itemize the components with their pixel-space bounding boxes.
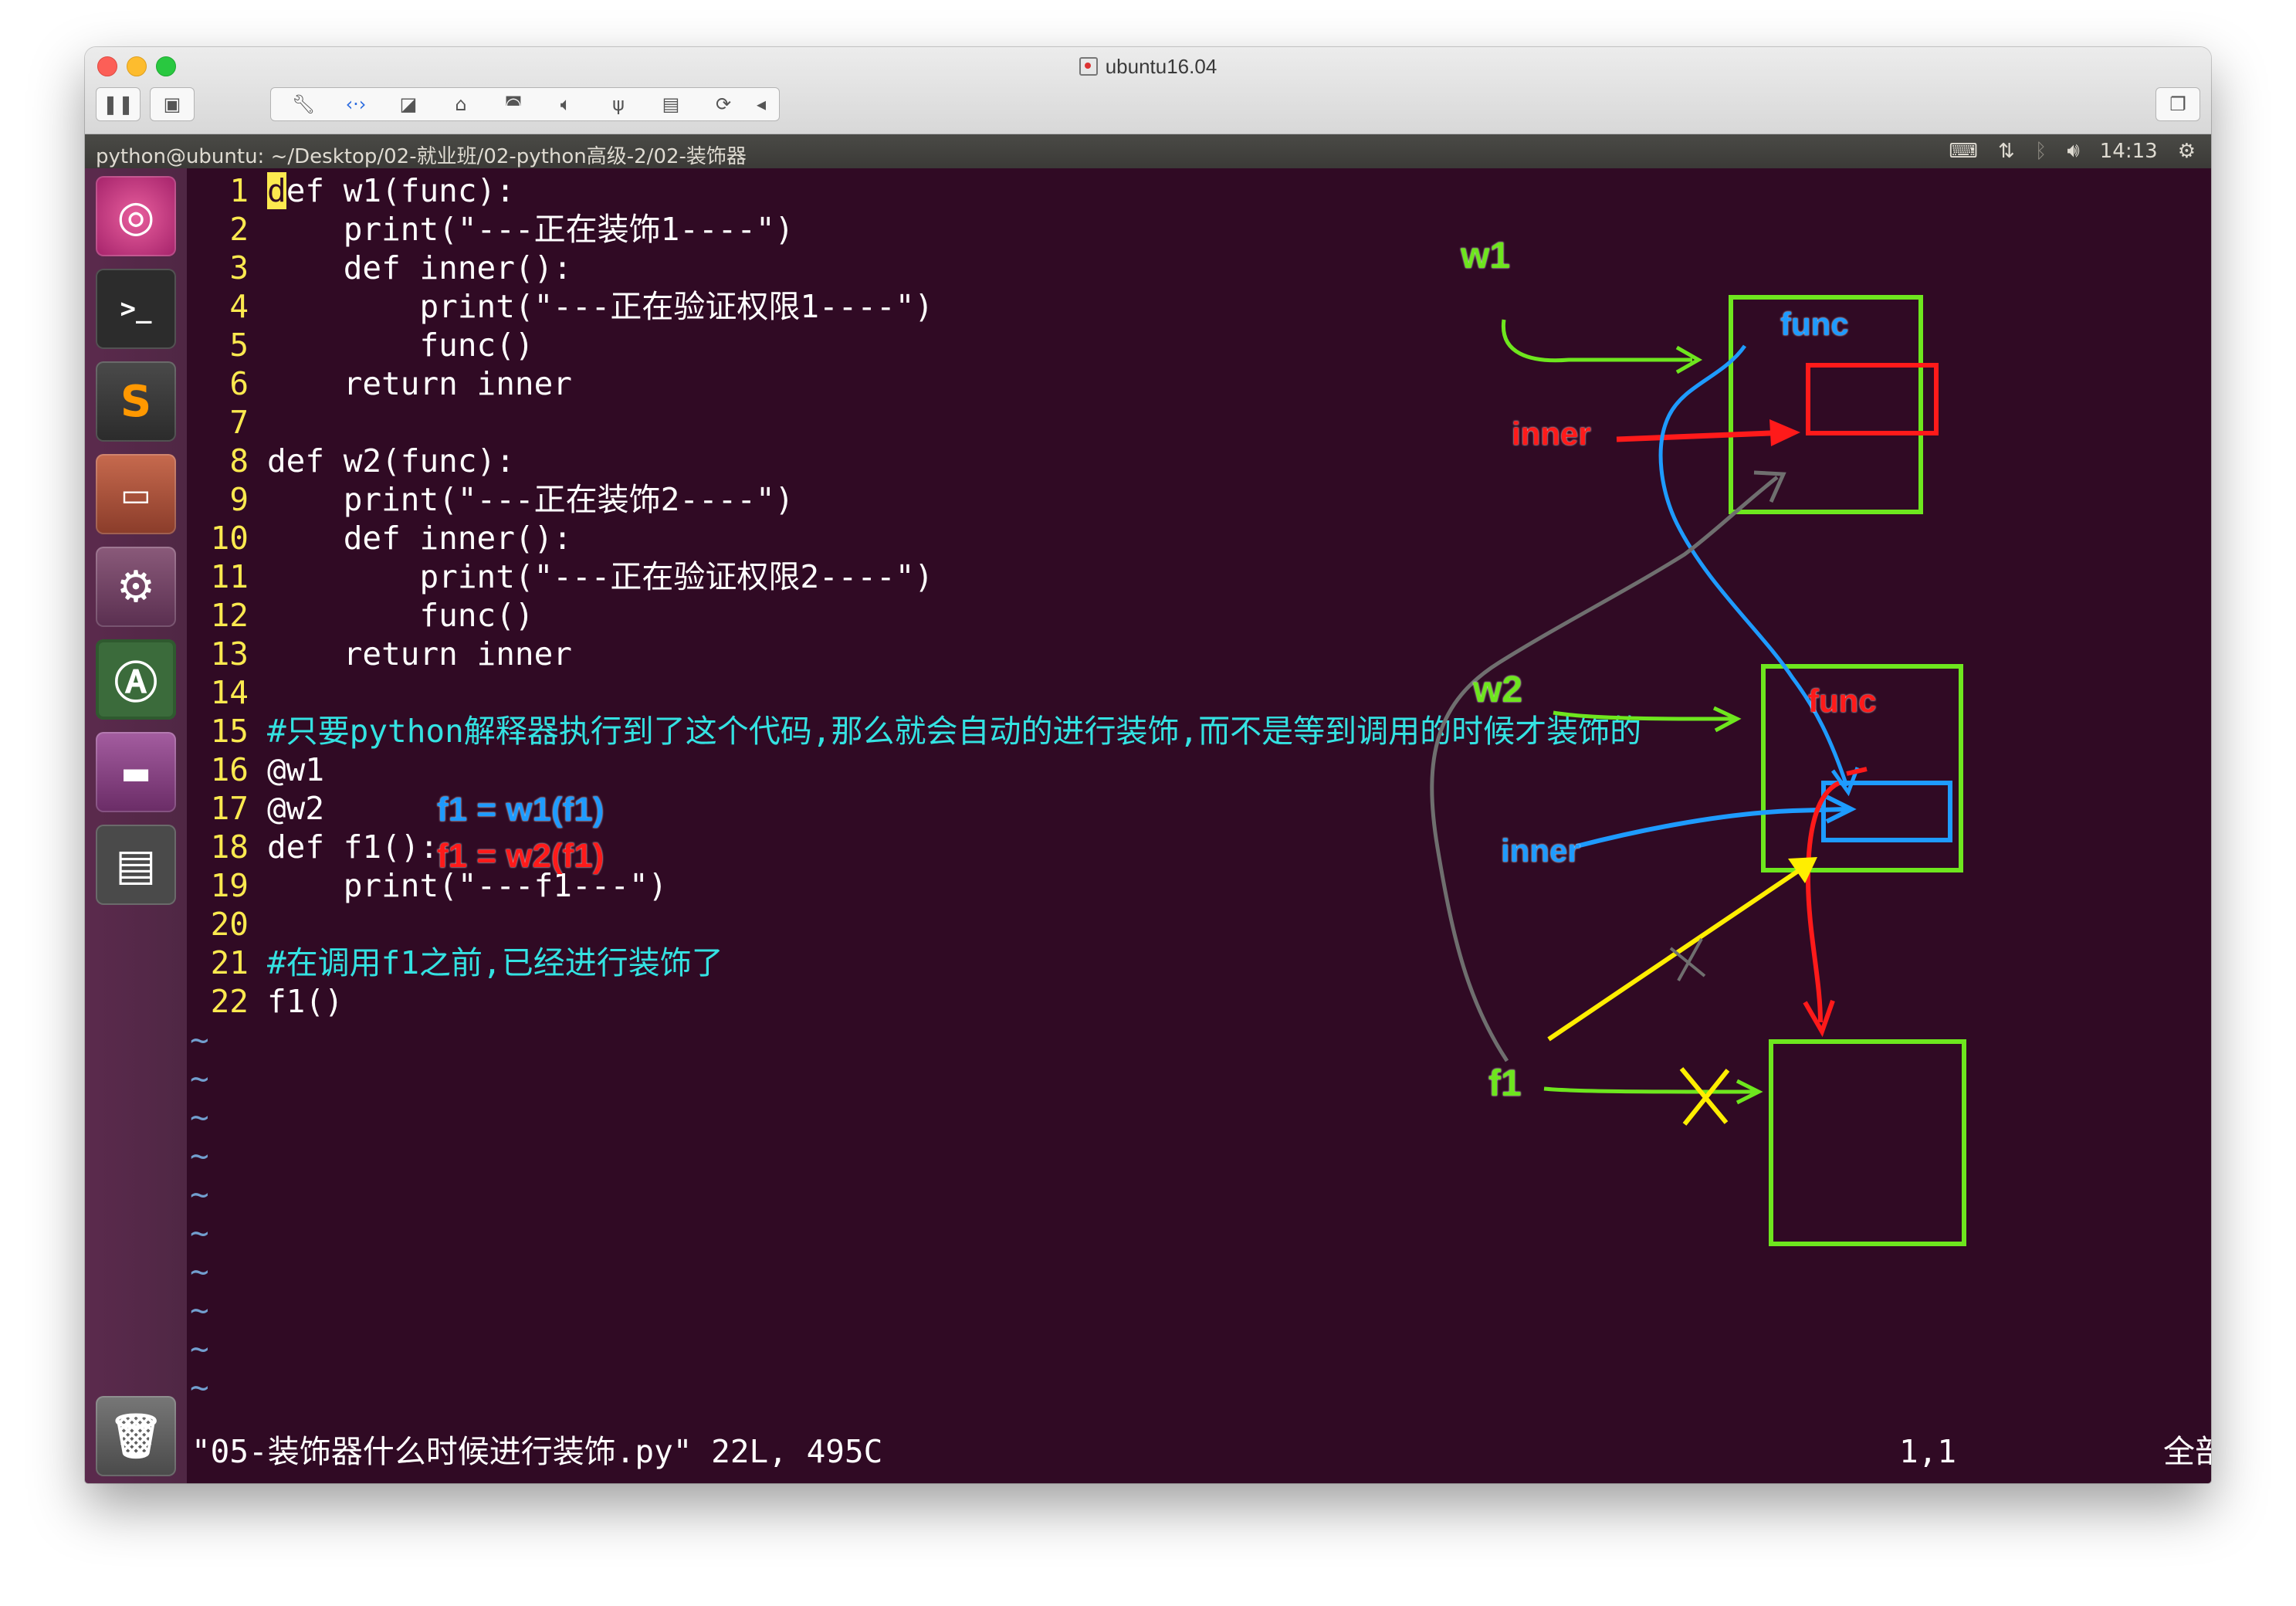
network-icon[interactable]: ‹·›	[330, 93, 382, 115]
wrench-icon[interactable]: 🔧︎	[277, 93, 330, 115]
vm-window: ubuntu16.04 ❚❚ ▣ 🔧︎ ‹·› ◪ ⌂ ◚ 🔈︎ ψ ▤ ⟳ ◂…	[85, 47, 2211, 1483]
vm-icon	[1079, 57, 1098, 76]
toolbar-group: 🔧︎ ‹·› ◪ ⌂ ◚ 🔈︎ ψ ▤ ⟳ ◂	[270, 87, 780, 121]
inner-red-arrow	[1616, 429, 1790, 442]
restore-button[interactable]: ❐	[2155, 87, 2200, 121]
label-func-top: func	[1780, 306, 1849, 342]
workspace-switcher-icon[interactable]: ▬	[96, 732, 176, 812]
w1-inner-box	[1806, 363, 1939, 435]
terminal-icon[interactable]: >_	[96, 269, 176, 349]
keyboard-icon[interactable]: ⌨	[1949, 140, 1978, 163]
snapshot-button[interactable]: ▣	[150, 87, 195, 121]
ubuntu-dash-icon[interactable]: ◎	[96, 176, 176, 256]
save-disk-icon[interactable]: ▤	[96, 825, 176, 905]
sublime-text-icon[interactable]: S	[96, 361, 176, 442]
window-title-text: ubuntu16.04	[1105, 55, 1217, 78]
clock[interactable]: 14:13	[2100, 140, 2158, 163]
label-inner-top: inner	[1512, 415, 1591, 452]
power-gear-icon[interactable]: ⚙	[2178, 140, 2196, 163]
f1-arrow	[1543, 1086, 1757, 1094]
refresh-icon[interactable]: ⟳	[697, 93, 750, 115]
label-inner-mid: inner	[1501, 832, 1580, 869]
pause-icon: ❚❚	[102, 93, 134, 115]
camera-icon[interactable]: ◚	[487, 93, 540, 115]
bluetooth-icon[interactable]: ᛒ	[2035, 140, 2047, 163]
label-func-mid: func	[1808, 683, 1877, 719]
label-f1: f1	[1488, 1063, 1522, 1104]
restore-icon: ❐	[2169, 93, 2186, 115]
software-updater-icon[interactable]: Ⓐ	[96, 639, 176, 720]
label-f1-w1: f1 = w1(f1)	[437, 791, 604, 828]
system-tray: ⌨ ⇅ ᛒ 🔊︎ 14:13 ⚙	[1949, 139, 2196, 163]
label-w2: w2	[1473, 669, 1523, 710]
network-arrows-icon[interactable]: ⇅	[1998, 140, 2015, 163]
collapse-arrow-icon[interactable]: ◂	[750, 93, 773, 115]
label-f1-w2: f1 = w2(f1)	[437, 837, 604, 875]
ubuntu-top-panel: python@ubuntu: ~/Desktop/02-就业班/02-pytho…	[85, 134, 2211, 168]
f1-original-box	[1769, 1039, 1966, 1246]
w1-arrow	[1501, 319, 1692, 363]
volume-icon[interactable]: 🔊︎	[2067, 139, 2079, 163]
yellow-arrow	[1547, 861, 1811, 1042]
file-manager-icon[interactable]: ▭	[96, 454, 176, 534]
floppy-icon[interactable]: ▤	[645, 93, 697, 115]
label-w1: w1	[1461, 235, 1511, 276]
disk-icon[interactable]: ◪	[382, 93, 435, 115]
window-titlebar: ubuntu16.04 ❚❚ ▣ 🔧︎ ‹·› ◪ ⌂ ◚ 🔈︎ ψ ▤ ⟳ ◂…	[85, 47, 2211, 134]
terminal-path-title: python@ubuntu: ~/Desktop/02-就业班/02-pytho…	[96, 145, 747, 168]
inner-blue-arrow	[1576, 807, 1847, 849]
w2-arrow	[1553, 710, 1735, 721]
printer-icon[interactable]: ⌂	[435, 93, 487, 115]
system-settings-icon[interactable]: ⚙	[96, 547, 176, 627]
window-title: ubuntu16.04	[85, 55, 2211, 79]
snapshot-icon: ▣	[163, 93, 181, 115]
speaker-icon[interactable]: 🔈︎	[540, 93, 592, 115]
unity-launcher: ◎ >_ S ▭ ⚙ Ⓐ ▬ ▤ 🗑︎	[85, 168, 187, 1483]
gray-curve-arrow	[1430, 476, 1779, 1062]
yellow-cross-mark	[1679, 1067, 1730, 1126]
trash-icon[interactable]: 🗑︎	[96, 1396, 176, 1476]
pause-button[interactable]: ❚❚	[96, 87, 141, 121]
usb-icon[interactable]: ψ	[592, 93, 645, 115]
vim-editor[interactable]: 1 def w1(func): 2 print("---正在装饰1----") 3 d…	[187, 168, 2211, 1483]
